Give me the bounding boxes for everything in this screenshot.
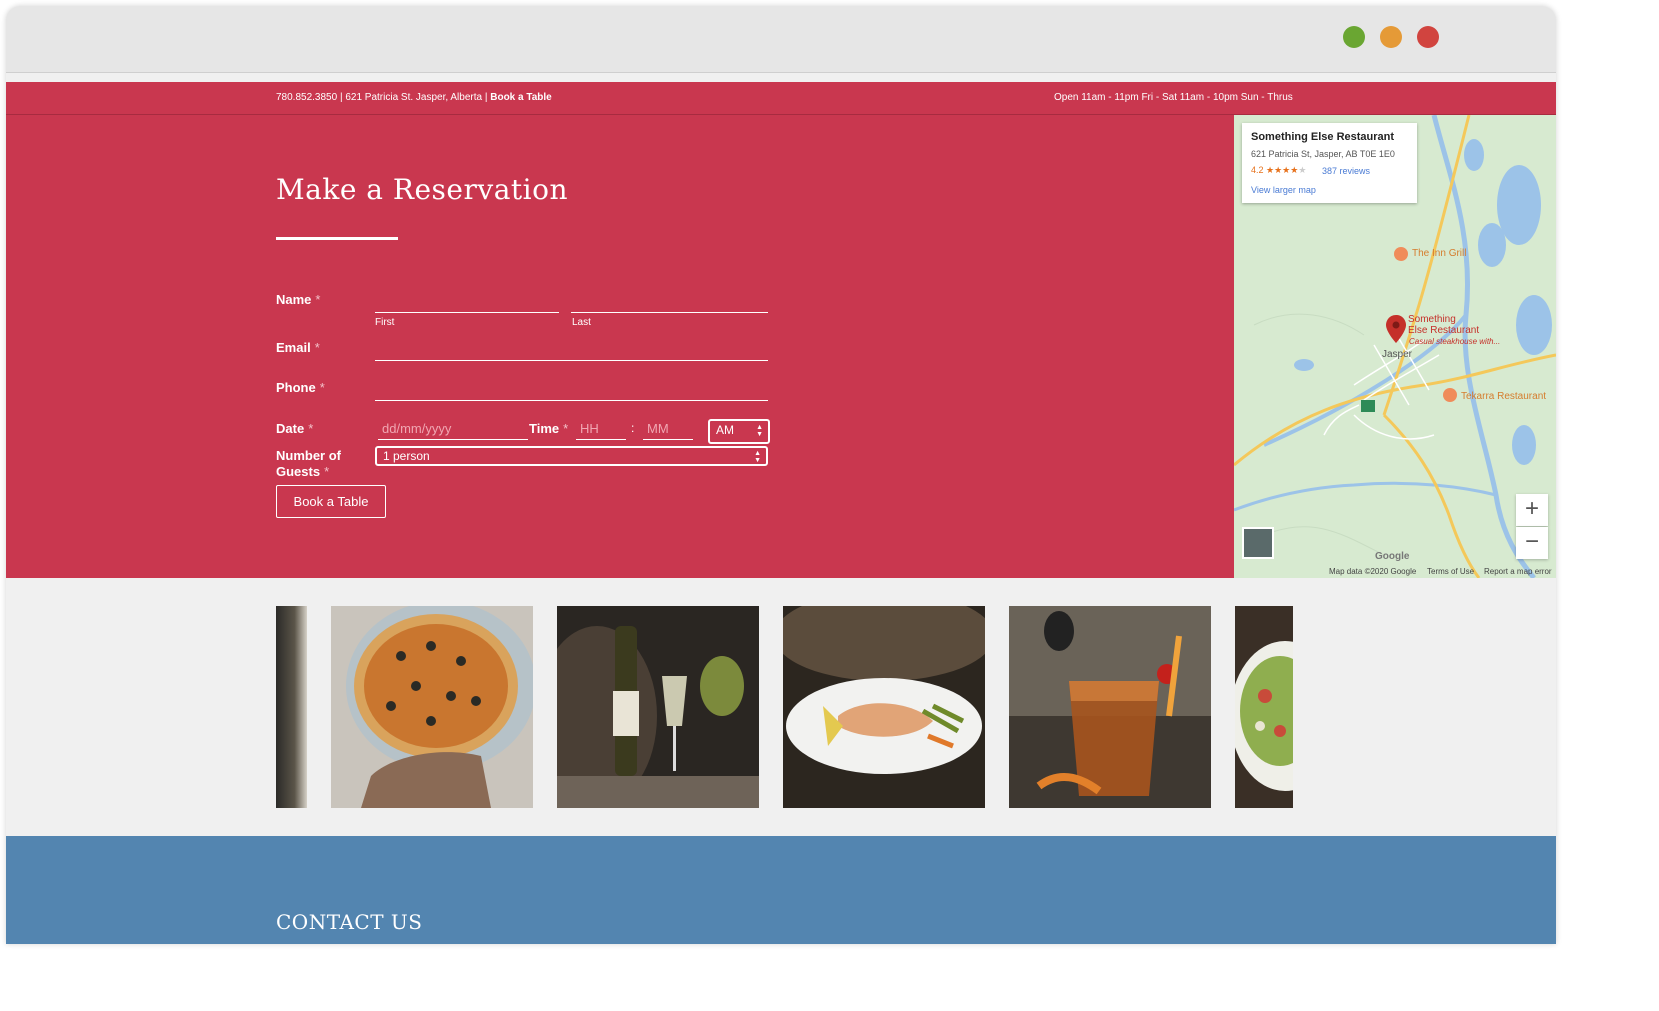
required-mark: * xyxy=(324,464,330,479)
ampm-select[interactable]: AM ▲ ▼ xyxy=(708,419,770,444)
map-data-credit: Map data ©2020 Google xyxy=(1329,567,1417,576)
guests-select[interactable]: 1 person ▲ ▼ xyxy=(375,446,768,466)
date-field[interactable] xyxy=(378,418,528,440)
guests-value: 1 person xyxy=(383,449,430,463)
date-label: Date * xyxy=(276,421,313,436)
wine-image xyxy=(557,606,759,808)
close-button[interactable] xyxy=(1417,26,1439,48)
salmon-image xyxy=(783,606,985,808)
partial-right-photo[interactable] xyxy=(1235,606,1293,808)
first-name-input[interactable] xyxy=(375,291,559,313)
top-info-bar: 780.852.3850 | 621 Patricia St. Jasper, … xyxy=(6,82,1556,115)
time-separator: : xyxy=(631,421,635,435)
terms-link[interactable]: Terms of Use xyxy=(1427,567,1474,576)
opening-hours: Open 11am - 11pm Fri - Sat 11am - 10pm S… xyxy=(1054,92,1293,103)
salmon-photo[interactable] xyxy=(783,606,985,808)
map-label-something-else-2[interactable]: Else Restaurant xyxy=(1408,325,1479,336)
minimize-button[interactable] xyxy=(1380,26,1402,48)
window-chrome xyxy=(6,6,1556,73)
reservation-section: Make a Reservation Name * First Last Emai… xyxy=(6,115,1234,578)
contact-heading: CONTACT US xyxy=(276,910,423,934)
cocktail-photo[interactable] xyxy=(1009,606,1211,808)
phone-label-text: Phone xyxy=(276,380,316,395)
report-error-link[interactable]: Report a map error xyxy=(1484,567,1552,576)
name-label: Name * xyxy=(276,292,320,307)
last-name-input[interactable] xyxy=(571,291,768,313)
phone-label: Phone * xyxy=(276,380,325,395)
browser-window: 780.852.3850 | 621 Patricia St. Jasper, … xyxy=(6,6,1556,944)
zoom-out-button[interactable]: − xyxy=(1516,527,1548,559)
last-sublabel: Last xyxy=(572,317,591,328)
select-arrows-icon: ▲ ▼ xyxy=(756,424,763,438)
guests-label-line1: Number of xyxy=(276,448,341,463)
map-label-tekarra[interactable]: Tekarra Restaurant xyxy=(1461,391,1546,402)
first-sublabel: First xyxy=(375,317,395,328)
google-logo: Google xyxy=(1375,551,1410,562)
place-address: 621 Patricia St, Jasper, AB T0E 1E0 xyxy=(1251,149,1395,159)
cocktail-image xyxy=(1009,606,1211,808)
place-rating: 4.2 ★★★★★ xyxy=(1251,165,1306,176)
guests-label-line2: Guests xyxy=(276,464,321,479)
book-table-button[interactable]: Book a Table xyxy=(276,485,386,518)
name-label-text: Name xyxy=(276,292,312,307)
required-mark: * xyxy=(308,421,314,436)
view-larger-map-link[interactable]: View larger map xyxy=(1251,185,1316,195)
ampm-value: AM xyxy=(716,423,734,437)
phone-field[interactable] xyxy=(375,379,768,401)
zoom-in-button[interactable]: + xyxy=(1516,494,1548,526)
rating-empty-star: ★ xyxy=(1298,165,1307,175)
time-label: Time * xyxy=(529,421,568,436)
salad-image xyxy=(1235,606,1293,808)
partial-left-photo[interactable] xyxy=(276,606,307,808)
required-mark: * xyxy=(315,292,321,307)
guests-label: Number of Guests * xyxy=(276,448,341,480)
map-label-jasper: Jasper xyxy=(1382,349,1413,360)
page-title: Make a Reservation xyxy=(276,173,568,206)
photo-gallery xyxy=(6,578,1556,836)
map-label-something-else-desc: Casual steakhouse with... xyxy=(1409,337,1501,346)
map-label-inn-grill[interactable]: The Inn Grill xyxy=(1412,248,1466,259)
select-arrows-icon: ▲ ▼ xyxy=(754,450,761,464)
required-mark: * xyxy=(563,421,569,436)
contact-footer: CONTACT US xyxy=(6,836,1556,944)
time-label-text: Time xyxy=(529,421,560,436)
hour-field[interactable] xyxy=(576,418,626,440)
rating-stars: ★★★★ xyxy=(1266,165,1299,175)
date-label-text: Date xyxy=(276,421,305,436)
book-table-link[interactable]: Book a Table xyxy=(490,92,552,103)
required-mark: * xyxy=(314,340,320,355)
wine-photo[interactable] xyxy=(557,606,759,808)
rating-value: 4.2 xyxy=(1251,165,1264,175)
maximize-button[interactable] xyxy=(1343,26,1365,48)
google-map[interactable]: Something Else Restaurant 621 Patricia S… xyxy=(1234,115,1556,578)
minute-field[interactable] xyxy=(643,418,693,440)
map-label-something-else-1[interactable]: Something xyxy=(1408,314,1456,325)
pizza-image xyxy=(331,606,533,808)
contact-text: 780.852.3850 | 621 Patricia St. Jasper, … xyxy=(276,92,488,103)
email-label: Email * xyxy=(276,340,320,355)
email-label-text: Email xyxy=(276,340,311,355)
required-mark: * xyxy=(319,380,325,395)
reviews-link[interactable]: 387 reviews xyxy=(1322,166,1370,176)
place-name: Something Else Restaurant xyxy=(1251,131,1395,143)
satellite-toggle[interactable] xyxy=(1242,527,1274,559)
pizza-photo[interactable] xyxy=(331,606,533,808)
place-info-card: Something Else Restaurant 621 Patricia S… xyxy=(1242,123,1417,203)
contact-info: 780.852.3850 | 621 Patricia St. Jasper, … xyxy=(276,92,552,103)
title-underline xyxy=(276,237,398,240)
email-field[interactable] xyxy=(375,339,768,361)
